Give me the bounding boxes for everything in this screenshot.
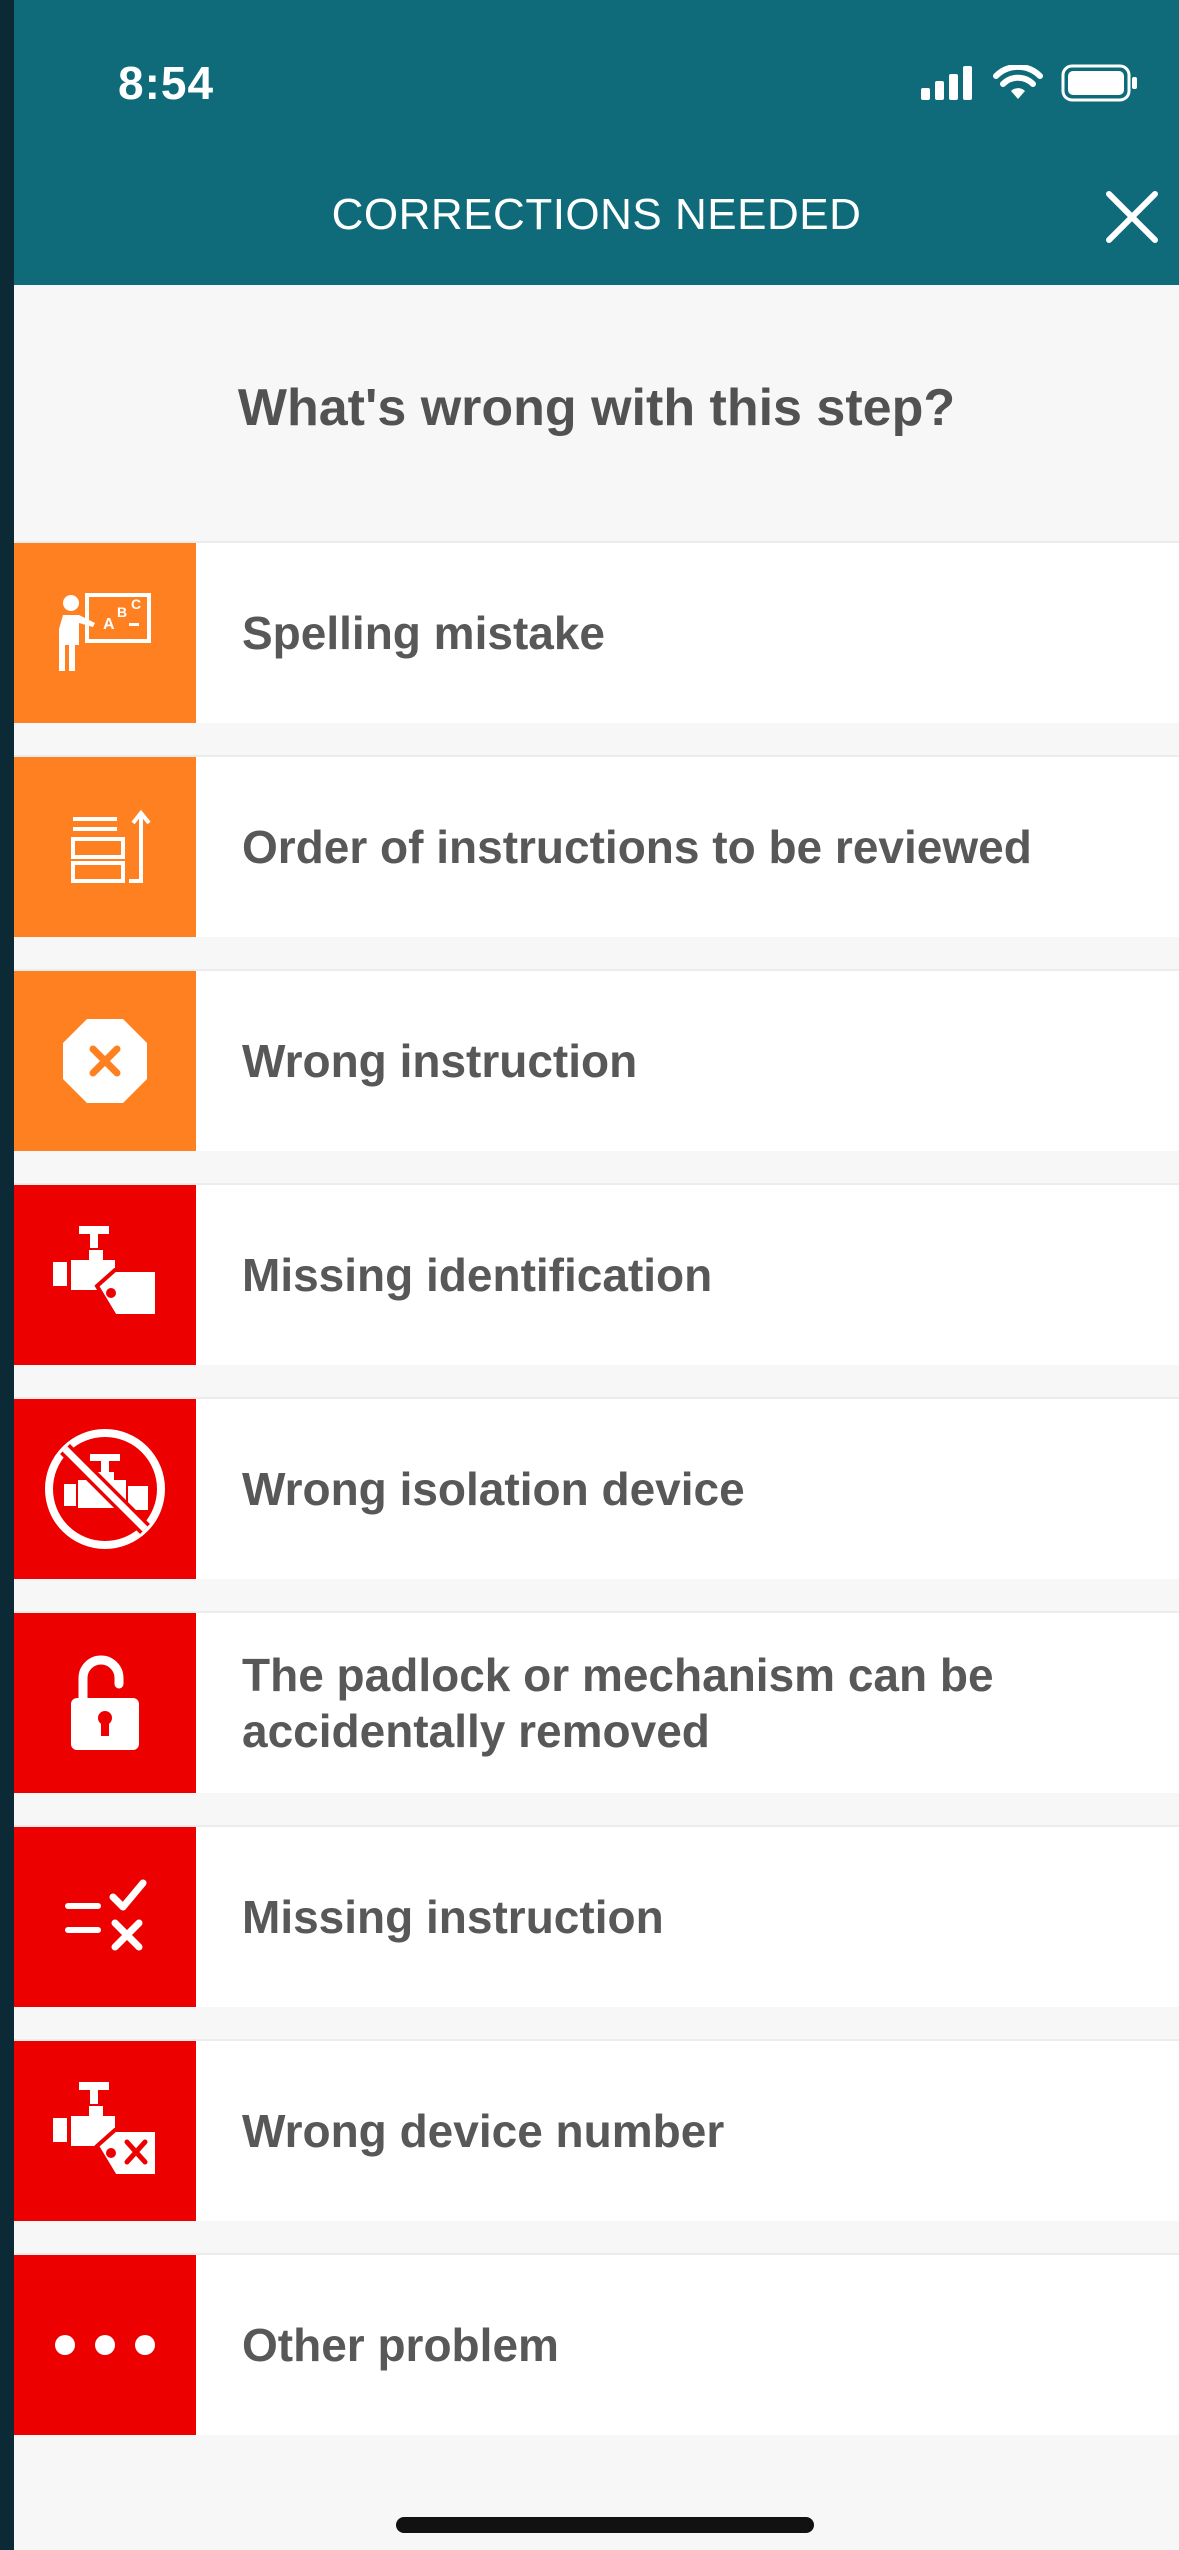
option-icon-tile: A B C [14,543,196,723]
wifi-icon [993,65,1043,99]
reorder-list-icon [71,809,151,883]
status-icons [921,64,1139,102]
option-missing-instruction[interactable]: Missing instruction [14,1825,1179,2007]
option-label: Missing identification [242,1249,713,1301]
option-icon-tile [14,1827,196,2007]
question-heading: What's wrong with this step? [237,379,956,437]
octagon-x-icon [63,1019,147,1103]
battery-icon [1061,64,1137,102]
option-order-of-instructions[interactable]: Order of instructions to be reviewed [14,755,1179,937]
option-label: Wrong device number [242,2105,725,2157]
top-bar: 8:54 CORRECTIONS NEEDED [14,0,1179,285]
option-label: Spelling mistake [242,607,606,659]
page-title: CORRECTIONS NEEDED [331,190,862,239]
prohibited-valve-icon [45,1429,165,1549]
option-icon-tile [14,757,196,937]
svg-text:B: B [117,604,127,620]
option-icon-tile [14,1399,196,1579]
valve-tag-icon [53,1226,159,1318]
option-label: Wrong isolation device [242,1463,745,1515]
option-icon-tile [14,1185,196,1365]
option-label: Order of instructions to be reviewed [242,821,1032,873]
status-time: 8:54 [118,57,215,109]
signal-icon [921,66,972,100]
open-padlock-icon [71,1655,139,1750]
option-padlock-removable[interactable]: The padlock or mechanism can be accident… [14,1611,1179,1793]
option-icon-tile [14,2255,196,2435]
close-button[interactable] [1103,188,1161,246]
option-label: The padlock or mechanism can be accident… [242,1649,994,1757]
svg-text:C: C [131,596,141,612]
option-other-problem[interactable]: Other problem [14,2253,1179,2435]
option-wrong-instruction[interactable]: Wrong instruction [14,969,1179,1151]
teacher-board-icon: A B C [59,593,151,671]
option-missing-identification[interactable]: Missing identification [14,1183,1179,1365]
option-icon-tile [14,971,196,1151]
svg-text:A: A [103,616,115,633]
option-label: Wrong instruction [242,1035,638,1087]
option-wrong-device-number[interactable]: Wrong device number [14,2039,1179,2221]
option-icon-tile [14,2041,196,2221]
close-icon [1106,191,1158,243]
option-icon-tile [14,1613,196,1793]
option-label: Missing instruction [242,1891,664,1943]
phone-screen: 8:54 CORRECTIONS NEEDED What's wrong wit… [14,0,1179,2550]
home-indicator[interactable] [396,2517,814,2533]
valve-tag-x-icon [53,2082,159,2178]
more-dots-icon [55,2335,155,2355]
option-label: Other problem [242,2319,559,2371]
options-list: A B C Spelling mistake Order of instruct… [14,541,1179,2467]
option-spelling-mistake[interactable]: A B C Spelling mistake [14,541,1179,723]
option-wrong-isolation-device[interactable]: Wrong isolation device [14,1397,1179,1579]
checklist-x-icon [65,1879,147,1951]
